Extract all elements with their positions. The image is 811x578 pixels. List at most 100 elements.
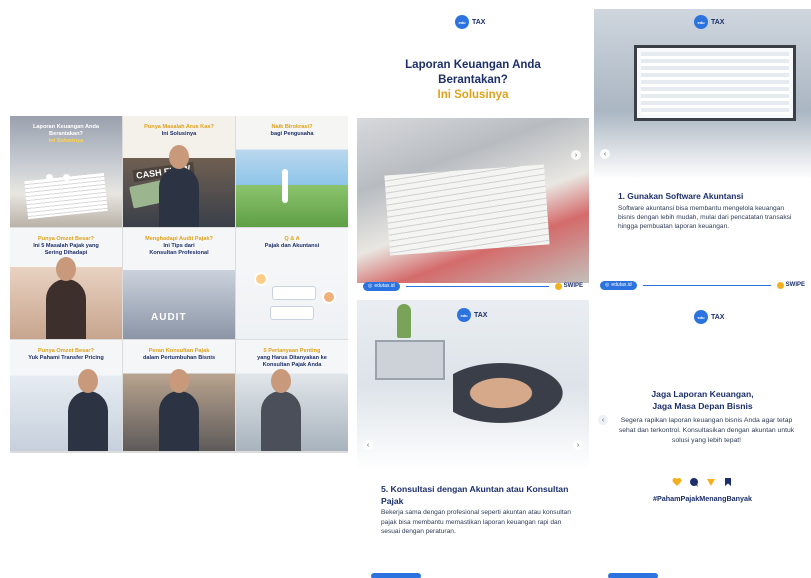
closing-headline: Jaga Laporan Keuangan, Jaga Masa Depan B… — [594, 389, 811, 412]
chat-bubble — [272, 286, 316, 300]
comment-icon — [63, 174, 70, 181]
tile-subtitle: Ini Solusinya — [48, 137, 84, 144]
step-description: Software akuntansi bisa membantu mengelo… — [618, 205, 792, 231]
tile-subtitle: dalam Pertumbuhan Bisnis — [142, 354, 216, 361]
tile-title: Menghadapi Audit Pajak? — [145, 236, 213, 242]
carousel-slide-step-1[interactable]: edu TAX ‹ 1. Gunakan Software Akuntansi … — [594, 9, 811, 296]
swipe-dot-icon — [776, 281, 784, 289]
handle-text: edutax.id — [374, 283, 395, 289]
tile-title: 5 Pertanyaan Penting — [263, 348, 321, 354]
logo-text: TAX — [711, 313, 725, 321]
papers-image — [384, 164, 550, 256]
slide-headline: Laporan Keuangan Anda Berantakan? Ini So… — [357, 58, 589, 103]
grid-tile-3[interactable]: Naik Birokrasi? bagi Pengusaha — [236, 116, 348, 227]
next-arrow-icon[interactable]: › — [573, 440, 583, 450]
tile-title: Berantakan? — [49, 130, 83, 137]
swipe-text: SWIPE — [563, 283, 583, 289]
tile-title: Peran Konsultan Pajak — [148, 348, 210, 354]
bookmark-icon[interactable] — [723, 474, 733, 486]
person-image — [159, 369, 199, 451]
comment-icon[interactable] — [689, 474, 699, 487]
tile-title: Punya Omzet Besar? — [38, 236, 94, 242]
avatar — [322, 290, 336, 304]
grid-tile-8[interactable]: Peran Konsultan Pajak dalam Pertumbuhan … — [123, 340, 235, 451]
headline-highlight: Ini Solusinya — [437, 88, 509, 101]
brand-logo: edu TAX — [694, 15, 724, 29]
handle-strip — [371, 573, 421, 578]
prev-arrow-icon[interactable]: ‹ — [363, 440, 373, 450]
headline-line: Jaga Masa Depan Bisnis — [652, 400, 753, 411]
chat-bubble — [270, 306, 314, 320]
spreadsheet-rows — [641, 52, 789, 114]
brand-logo: edu TAX — [694, 310, 724, 324]
tile-title: Punya Omzet Besar? — [38, 348, 94, 354]
person-image — [159, 145, 199, 227]
engagement-icons — [594, 474, 811, 487]
logo-badge: edu — [694, 15, 708, 29]
person-image — [46, 257, 86, 339]
closing-description: Segera rapikan laporan keuangan bisnis A… — [618, 417, 795, 444]
tile-subtitle: yang Harus Ditanyakan ke — [257, 354, 327, 361]
slide-footer: ◎ edutax.id SWIPE — [357, 279, 589, 293]
logo-badge: edu — [455, 15, 469, 29]
logo-text: TAX — [474, 311, 488, 319]
tile-title: Naik Birokrasi? — [271, 124, 313, 130]
brand-logo: edu TAX — [457, 308, 487, 322]
swipe-dot-icon — [554, 282, 562, 290]
person-image — [68, 369, 109, 451]
grid-tile-1[interactable]: Laporan Keuangan Anda Berantakan? Ini So… — [10, 116, 122, 227]
plant-image — [397, 304, 411, 338]
tile-subtitle: Pajak dan Akuntansi — [264, 242, 320, 249]
grid-tile-2[interactable]: CASH FLOW Punya Masalah Arus Kas? Ini So… — [123, 116, 235, 227]
tile-subtitle: bagi Pengusaha — [270, 130, 314, 137]
tile-title: Q & A — [284, 236, 300, 242]
tile-subtitle: Ini Tips dari — [163, 242, 195, 249]
golfer-image — [282, 169, 288, 203]
brand-logo: edu TAX — [455, 15, 485, 29]
share-icon[interactable] — [706, 474, 716, 486]
tile-subtitle: Konsultan Profesional — [149, 249, 209, 256]
logo-badge: edu — [694, 310, 708, 324]
tile-title: Laporan Keuangan Anda — [33, 124, 99, 130]
monitor-image — [634, 45, 796, 121]
step-title: 1. Gunakan Software Akuntansi — [618, 191, 744, 201]
slide-footer: ◎ edutax.id SWIPE — [594, 278, 811, 292]
carousel-slide-step-5[interactable]: edu TAX ‹ › 5. Konsultasi dengan Akuntan… — [357, 300, 589, 578]
carousel-slide-cover[interactable]: edu TAX Laporan Keuangan Anda Berantakan… — [357, 0, 589, 297]
grid-tile-4[interactable]: Punya Omzet Besar? Ini 5 Masalah Pajak y… — [10, 228, 122, 339]
instagram-handle[interactable]: ◎ edutax.id — [363, 281, 400, 291]
avatar — [254, 272, 268, 286]
handle-text: edutax.id — [611, 282, 632, 288]
logo-text: TAX — [472, 18, 486, 26]
logo-text: TAX — [711, 18, 725, 26]
tile-subtitle: Ini Solusinya — [161, 130, 197, 137]
grid-tile-5[interactable]: AUDIT Menghadapi Audit Pajak? Ini Tips d… — [123, 228, 235, 339]
tile-subtitle: Sering Dihadapi — [44, 249, 88, 256]
tile-title: Punya Masalah Arus Kas? — [144, 124, 214, 130]
handshake-image — [453, 358, 573, 428]
step-title: 5. Konsultasi dengan Akuntan atau Konsul… — [381, 484, 569, 506]
tile-subtitle: Yuk Pahami Transfer Pricing — [28, 354, 104, 361]
swipe-line — [405, 285, 549, 287]
swipe-line — [642, 284, 771, 286]
instagram-icon: ◎ — [605, 282, 610, 288]
heart-icon[interactable] — [672, 474, 682, 486]
headline-line: Berantakan? — [438, 73, 508, 86]
grid-tile-6[interactable]: Q & A Pajak dan Akuntansi — [236, 228, 348, 339]
prev-arrow-icon[interactable]: ‹ — [598, 415, 608, 425]
swipe-indicator: SWIPE — [554, 282, 583, 290]
next-arrow-icon[interactable]: › — [571, 150, 581, 160]
heart-icon — [46, 174, 53, 181]
feed-grid: Laporan Keuangan Anda Berantakan? Ini So… — [10, 116, 348, 453]
swipe-indicator: SWIPE — [776, 281, 805, 289]
instagram-icon: ◎ — [368, 283, 373, 289]
grid-tile-9[interactable]: 5 Pertanyaan Penting yang Harus Ditanyak… — [236, 340, 348, 451]
carousel-slide-closing[interactable]: edu TAX ‹ Jaga Laporan Keuangan, Jaga Ma… — [594, 300, 811, 578]
swipe-text: SWIPE — [785, 282, 805, 288]
logo-badge: edu — [457, 308, 471, 322]
handle-strip — [608, 573, 658, 578]
step-description: Bekerja sama dengan profesional seperti … — [381, 509, 571, 536]
prev-arrow-icon[interactable]: ‹ — [600, 149, 610, 159]
instagram-handle[interactable]: ◎ edutax.id — [600, 280, 637, 290]
grid-tile-7[interactable]: Punya Omzet Besar? Yuk Pahami Transfer P… — [10, 340, 122, 451]
